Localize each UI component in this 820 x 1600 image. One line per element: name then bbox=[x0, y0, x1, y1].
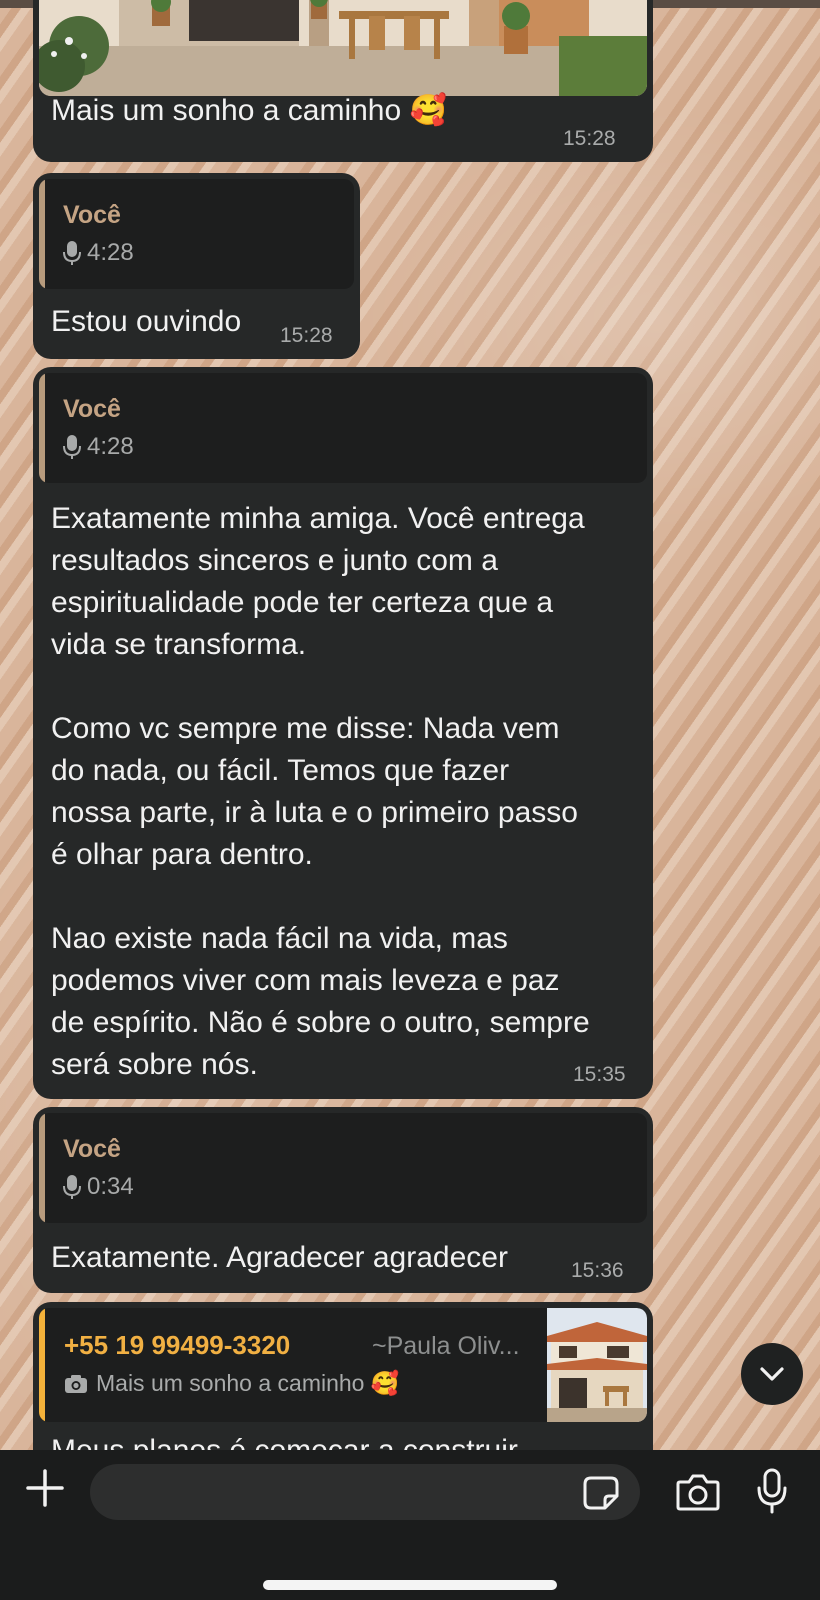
microphone-icon bbox=[63, 435, 81, 459]
camera-icon bbox=[65, 1374, 87, 1393]
message-bubble[interactable]: Você 4:28 Estou ouvindo 15:28 bbox=[33, 173, 360, 359]
quoted-voice-note[interactable]: Você 4:28 bbox=[39, 179, 354, 289]
message-bubble[interactable]: Você 4:28 Exatamente minha amiga. Você e… bbox=[33, 367, 653, 1099]
quoted-voice-note[interactable]: Você 4:28 bbox=[39, 373, 647, 483]
reply-author-name: ~Paula Oliv... bbox=[372, 1332, 520, 1360]
home-indicator bbox=[263, 1580, 557, 1590]
microphone-icon bbox=[63, 1175, 81, 1199]
camera-icon[interactable] bbox=[676, 1472, 720, 1512]
quoted-voice-note[interactable]: Você 0:34 bbox=[39, 1113, 647, 1223]
quote-author: Você bbox=[63, 395, 121, 423]
quoted-photo-reply[interactable]: +55 19 99499-3320 ~Paula Oliv... Mais um… bbox=[39, 1308, 647, 1422]
house-photo[interactable] bbox=[39, 0, 647, 96]
message-composer bbox=[0, 1450, 820, 1600]
reply-caption-text: Mais um sonho a caminho 🥰 bbox=[96, 1370, 400, 1396]
reply-accent-bar bbox=[39, 1308, 45, 1422]
quote-accent-bar bbox=[39, 373, 45, 483]
quote-accent-bar bbox=[39, 179, 45, 289]
message-bubble[interactable]: Você 0:34 Exatamente. Agradecer agradece… bbox=[33, 1107, 653, 1293]
message-text: Exatamente minha amiga. Você entrega res… bbox=[51, 502, 590, 1081]
message-time: 15:35 bbox=[573, 1063, 626, 1086]
voice-duration: 4:28 bbox=[87, 239, 134, 266]
quote-author: Você bbox=[63, 201, 121, 229]
quote-accent-bar bbox=[39, 1113, 45, 1223]
reply-photo-thumbnail bbox=[547, 1308, 647, 1422]
chevron-down-icon bbox=[760, 1367, 784, 1381]
quote-author: Você bbox=[63, 1135, 121, 1163]
plus-icon[interactable] bbox=[25, 1468, 65, 1508]
message-time: 15:36 bbox=[571, 1259, 624, 1282]
photo-message-bubble[interactable]: Mais um sonho a caminho 🥰 15:28 bbox=[33, 0, 653, 162]
microphone-icon[interactable] bbox=[756, 1468, 788, 1514]
message-time: 15:28 bbox=[563, 127, 616, 150]
reply-phone-number: +55 19 99499-3320 bbox=[64, 1330, 291, 1360]
voice-duration: 4:28 bbox=[87, 433, 134, 460]
message-text: Exatamente. Agradecer agradecer bbox=[51, 1241, 508, 1274]
message-input[interactable] bbox=[90, 1464, 640, 1520]
microphone-icon bbox=[63, 241, 81, 265]
voice-duration: 0:34 bbox=[87, 1173, 134, 1200]
scroll-to-bottom-button[interactable] bbox=[741, 1343, 803, 1405]
message-time: 15:28 bbox=[280, 324, 333, 347]
message-text: Mais um sonho a caminho 🥰 bbox=[51, 94, 447, 127]
sticker-icon[interactable] bbox=[583, 1476, 619, 1510]
message-text: Estou ouvindo bbox=[51, 305, 242, 338]
